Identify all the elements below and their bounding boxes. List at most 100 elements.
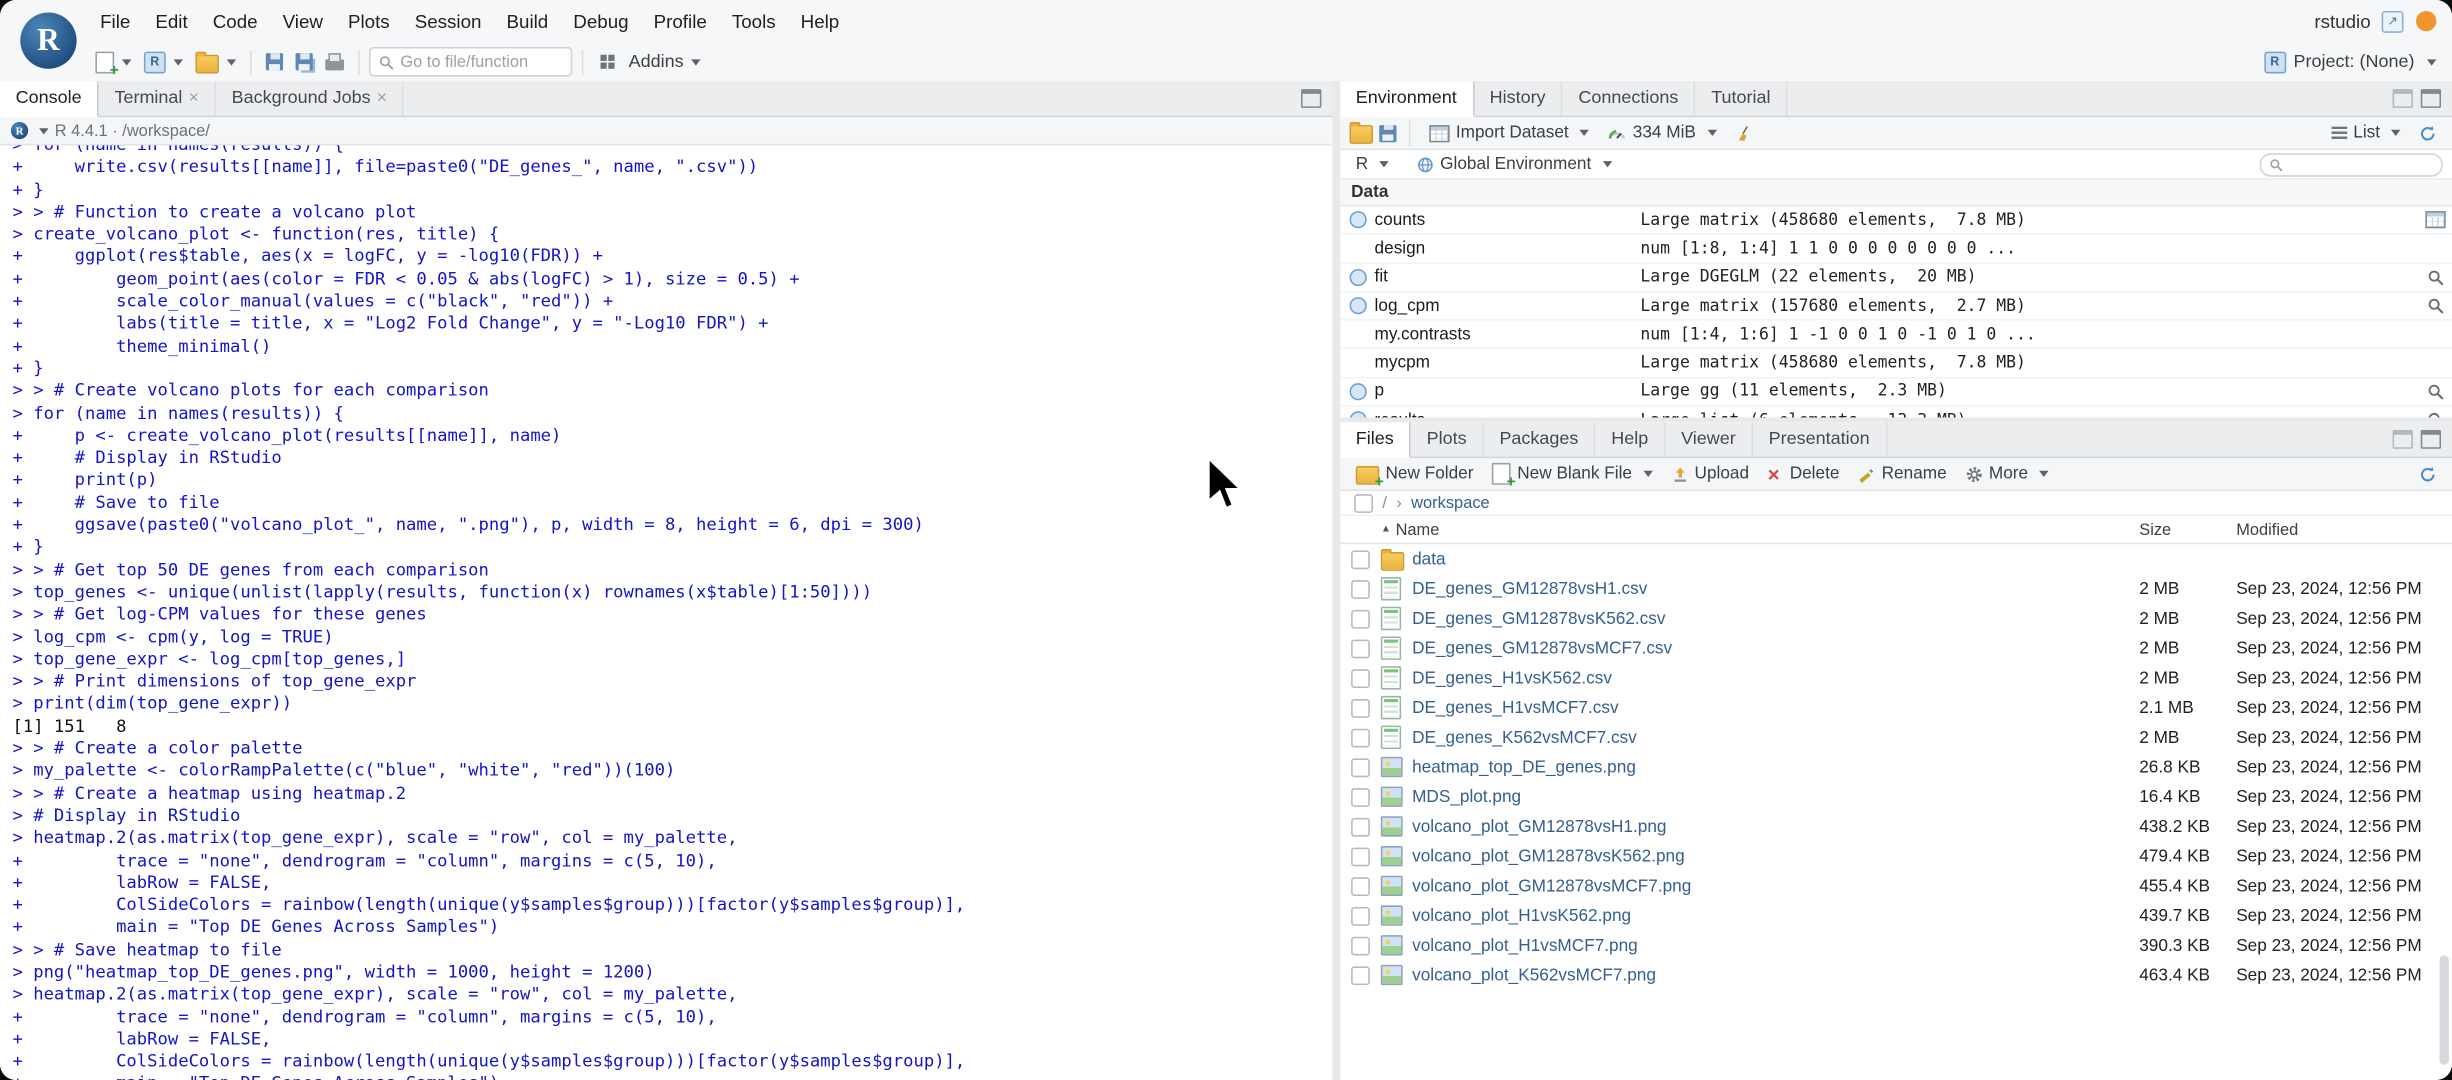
file-checkbox[interactable] (1351, 757, 1370, 777)
breadcrumb-root[interactable]: / (1382, 493, 1387, 512)
file-link[interactable]: DE_genes_H1vsMCF7.csv (1412, 698, 2139, 717)
maximize-pane-icon[interactable] (2420, 89, 2442, 108)
file-checkbox[interactable] (1351, 609, 1370, 628)
file-link[interactable]: DE_genes_GM12878vsH1.csv (1412, 579, 2139, 598)
save-all-button[interactable] (291, 46, 318, 77)
file-link[interactable]: DE_genes_GM12878vsK562.csv (1412, 609, 2139, 628)
tab-presentation[interactable]: Presentation (1753, 422, 1887, 457)
file-link[interactable]: volcano_plot_H1vsMCF7.png (1412, 936, 2139, 955)
files-delete-button[interactable]: Delete (1762, 463, 1846, 485)
open-file-button[interactable] (191, 46, 241, 77)
console-output[interactable]: > for (name in names(results)) {+ write.… (0, 145, 1332, 1080)
file-checkbox[interactable] (1351, 906, 1370, 925)
maximize-pane-icon[interactable] (2420, 430, 2442, 449)
file-checkbox[interactable] (1351, 876, 1370, 896)
print-button[interactable] (321, 46, 349, 77)
env-object-row[interactable]: resultsLarge list (6 elements, 13.3 MB) (1340, 407, 2452, 418)
files-rename-button[interactable]: Rename (1852, 463, 1953, 485)
file-checkbox[interactable] (1351, 787, 1370, 807)
refresh-environment-button[interactable] (2413, 123, 2443, 143)
file-link[interactable]: DE_genes_GM12878vsMCF7.csv (1412, 639, 2139, 658)
file-checkbox[interactable] (1351, 698, 1370, 717)
minimize-pane-icon[interactable] (2392, 430, 2413, 449)
environment-scope-selector[interactable]: Global Environment (1410, 153, 1617, 175)
chevron-down-icon[interactable] (39, 127, 49, 134)
tab-packages[interactable]: Packages (1484, 422, 1596, 457)
tab-terminal[interactable]: Terminal × (99, 81, 216, 116)
file-link[interactable]: volcano_plot_GM12878vsK562.png (1412, 847, 2139, 866)
save-workspace-icon[interactable] (1379, 124, 1397, 142)
file-link[interactable]: MDS_plot.png (1412, 787, 2139, 806)
close-icon[interactable]: × (189, 89, 199, 107)
environment-search-input[interactable] (2259, 152, 2443, 176)
view-table-icon[interactable] (2424, 211, 2445, 229)
save-button[interactable] (261, 46, 288, 77)
file-checkbox[interactable] (1351, 935, 1370, 955)
env-object-row[interactable]: my.contrasts num [1:4, 1:6] 1 -1 0 0 1 0 … (1340, 321, 2452, 350)
breadcrumb-folder[interactable]: workspace (1411, 493, 1490, 512)
new-project-button[interactable]: R (139, 46, 187, 77)
files-more-button[interactable]: More (1959, 463, 2054, 485)
maximize-pane-icon[interactable] (1301, 89, 1322, 108)
select-all-checkbox[interactable] (1354, 493, 1373, 513)
tab-console[interactable]: Console (0, 81, 99, 118)
column-header-size[interactable]: Size (2139, 520, 2236, 539)
file-link[interactable]: data (1412, 550, 2139, 569)
env-object-row[interactable]: counts Large matrix (458680 elements, 7.8… (1340, 206, 2452, 236)
menu-profile[interactable]: Profile (641, 10, 719, 32)
file-link[interactable]: heatmap_top_DE_genes.png (1412, 758, 2139, 777)
files-new-blank-file-button[interactable]: New Blank File (1486, 461, 1659, 491)
tab-history[interactable]: History (1474, 81, 1563, 116)
inspect-icon[interactable] (2426, 383, 2443, 400)
file-checkbox[interactable] (1351, 846, 1370, 866)
open-in-browser-icon[interactable]: ↗ (2381, 10, 2404, 33)
menu-tools[interactable]: Tools (719, 10, 788, 32)
tab-viewer[interactable]: Viewer (1665, 422, 1753, 457)
goto-file-input[interactable]: Go to file/function (369, 46, 573, 77)
env-object-row[interactable]: design num [1:8, 1:4] 1 1 0 0 0 0 0 0 0 0… (1340, 235, 2452, 264)
file-checkbox[interactable] (1351, 549, 1370, 569)
avatar[interactable] (2416, 10, 2437, 32)
file-checkbox[interactable] (1351, 668, 1370, 688)
file-checkbox[interactable] (1351, 579, 1370, 599)
addins-button[interactable]: Addins (624, 46, 706, 77)
tab-files[interactable]: Files (1340, 422, 1411, 459)
tab-plots[interactable]: Plots (1411, 422, 1484, 457)
new-file-button[interactable] (91, 46, 136, 79)
file-link[interactable]: DE_genes_H1vsK562.csv (1412, 669, 2139, 688)
menu-session[interactable]: Session (402, 10, 494, 32)
file-link[interactable]: volcano_plot_H1vsK562.png (1412, 906, 2139, 925)
env-object-row[interactable]: p Large gg (11 elements, 2.3 MB) (1340, 378, 2452, 407)
addins-grid-button[interactable] (593, 46, 621, 77)
tab-tutorial[interactable]: Tutorial (1696, 81, 1788, 116)
import-dataset-button[interactable]: Import Dataset (1423, 122, 1595, 144)
column-header-name[interactable]: ▲ Name (1381, 520, 2139, 539)
files-new-folder-button[interactable]: New Folder (1350, 461, 1480, 491)
memory-usage-button[interactable]: 334 MiB (1602, 122, 1723, 144)
menu-view[interactable]: View (270, 10, 335, 32)
menu-help[interactable]: Help (788, 10, 852, 32)
language-selector[interactable]: R (1350, 153, 1395, 175)
refresh-files-button[interactable] (2413, 464, 2443, 484)
env-object-row[interactable]: log_cpm Large matrix (157680 elements, 2.… (1340, 292, 2452, 321)
file-checkbox[interactable] (1351, 817, 1370, 836)
vertical-splitter[interactable] (1332, 81, 1341, 1080)
column-header-modified[interactable]: Modified (2236, 520, 2452, 539)
tab-help[interactable]: Help (1596, 422, 1666, 457)
env-object-row[interactable]: fit Large DGEGLM (22 elements, 20 MB) (1340, 264, 2452, 293)
minimize-pane-icon[interactable] (2392, 89, 2413, 108)
tab-environment[interactable]: Environment (1340, 81, 1474, 118)
tab-connections[interactable]: Connections (1563, 81, 1696, 116)
list-view-button[interactable]: List (2325, 122, 2407, 144)
menu-file[interactable]: File (88, 10, 143, 32)
file-link[interactable]: volcano_plot_GM12878vsMCF7.png (1412, 876, 2139, 895)
menu-code[interactable]: Code (200, 10, 270, 32)
menu-plots[interactable]: Plots (335, 10, 402, 32)
file-checkbox[interactable] (1351, 638, 1370, 658)
inspect-icon[interactable] (2426, 269, 2443, 286)
close-icon[interactable]: × (377, 89, 387, 107)
file-link[interactable]: DE_genes_K562vsMCF7.csv (1412, 728, 2139, 747)
clear-environment-button[interactable] (1729, 123, 1759, 143)
env-object-row[interactable]: mycpm Large matrix (458680 elements, 7.8 … (1340, 349, 2452, 379)
file-checkbox[interactable] (1351, 965, 1370, 985)
